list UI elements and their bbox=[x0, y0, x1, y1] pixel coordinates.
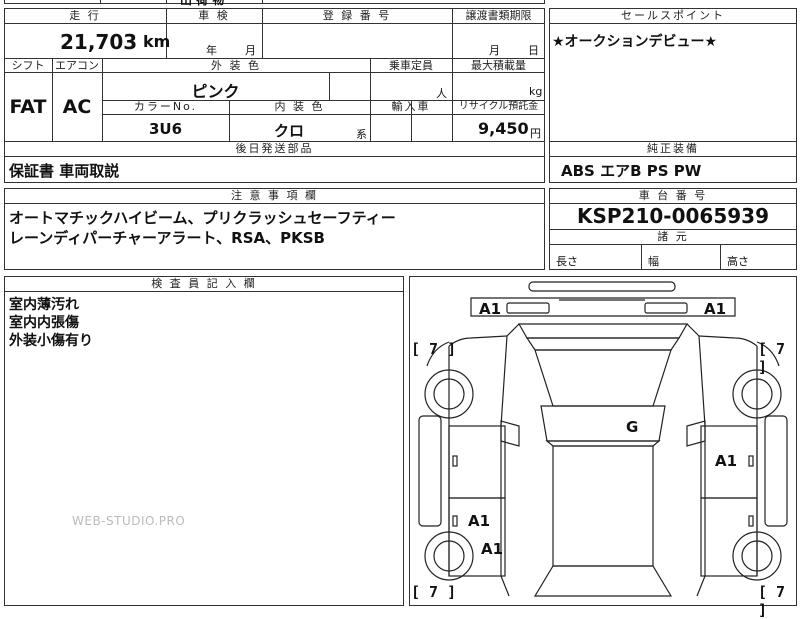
interior-color-label: 内 装 色 bbox=[274, 100, 325, 113]
ac-label: エアコン bbox=[55, 59, 99, 72]
divider bbox=[549, 156, 797, 157]
shaken-month: 月 bbox=[245, 44, 256, 57]
transfer-day: 日 bbox=[528, 44, 539, 57]
mileage-value: 21,703 bbox=[60, 30, 138, 54]
divider bbox=[720, 244, 721, 270]
later-parts-label: 後日発送部品 bbox=[235, 142, 314, 155]
sales-point-text: ★オークションデビュー★ bbox=[552, 34, 718, 50]
divider bbox=[4, 203, 545, 204]
inspector-line-1: 室内薄汚れ bbox=[9, 297, 79, 313]
notes-line-2: レーンディパーチャーアラート、RSA、PKSB bbox=[9, 229, 325, 247]
top-partial-row bbox=[4, 0, 545, 4]
bracket-mark-bottom-left: [ 7 ] bbox=[411, 583, 457, 601]
capacity-label: 乗車定員 bbox=[389, 59, 433, 72]
divider bbox=[102, 114, 545, 115]
transfer-month: 月 bbox=[489, 44, 500, 57]
bracket-mark-top-left: [ 7 ] bbox=[411, 340, 457, 358]
exterior-color-value: ピンク bbox=[191, 82, 240, 101]
notes-line-1: オートマチックハイビーム、プリクラッシュセーフティー bbox=[9, 209, 396, 227]
damage-mark-right-door: A1 bbox=[715, 452, 738, 470]
divider bbox=[549, 244, 797, 245]
registration-label: 登 録 番 号 bbox=[322, 9, 392, 22]
max-load-label: 最大積載量 bbox=[471, 59, 526, 72]
divider bbox=[262, 0, 263, 4]
ac-value: AC bbox=[62, 96, 92, 118]
divider bbox=[4, 23, 545, 24]
divider bbox=[100, 0, 101, 4]
import-label: 輸入車 bbox=[391, 100, 431, 113]
divider bbox=[166, 0, 167, 4]
bracket-mark-bottom-right: [ 7 ] bbox=[758, 583, 786, 619]
dimension-length-label: 長さ bbox=[556, 255, 578, 268]
recycle-deposit-unit: 円 bbox=[530, 127, 541, 140]
top-fragment-text: 出 荷 物 bbox=[180, 0, 225, 7]
equipment-label: 純正装備 bbox=[647, 142, 699, 155]
recycle-deposit-value: 9,450 bbox=[478, 119, 529, 138]
inspector-line-3: 外装小傷有り bbox=[9, 333, 93, 349]
divider bbox=[641, 244, 642, 270]
shaken-year: 年 bbox=[206, 44, 217, 57]
damage-mark-left-rear-fender: A1 bbox=[481, 540, 504, 558]
damage-mark-left-rear-door: A1 bbox=[468, 512, 491, 530]
dimension-width-label: 幅 bbox=[648, 255, 659, 268]
capacity-unit: 人 bbox=[436, 87, 447, 100]
recycle-deposit-label: リサイクル預託金 bbox=[458, 101, 539, 112]
notes-label: 注 意 事 項 欄 bbox=[231, 189, 318, 202]
equipment-value: ABS エアB PS PW bbox=[561, 162, 702, 180]
mileage-label: 走 行 bbox=[69, 9, 101, 22]
dimensions-label: 諸 元 bbox=[657, 230, 689, 243]
divider bbox=[329, 72, 330, 100]
damage-mark-front-right: A1 bbox=[704, 300, 727, 318]
divider bbox=[549, 23, 797, 24]
damage-mark-front-left: A1 bbox=[479, 300, 502, 318]
chassis-label: 車 台 番 号 bbox=[638, 189, 708, 202]
divider bbox=[4, 156, 545, 157]
sales-point-label: セールスポイント bbox=[621, 9, 725, 22]
mileage-unit: km bbox=[143, 32, 171, 51]
dimension-height-label: 高さ bbox=[727, 255, 749, 268]
chassis-number: KSP210-0065939 bbox=[576, 204, 770, 228]
watermark: WEB-STUDIO.PRO bbox=[72, 514, 186, 528]
interior-color-suffix: 系 bbox=[356, 128, 367, 141]
transfer-deadline-label: 譲渡書類期限 bbox=[465, 9, 532, 22]
bracket-mark-top-right: [ 7 ] bbox=[758, 340, 786, 376]
inspector-line-2: 室内内張傷 bbox=[9, 315, 79, 331]
shift-value: FAT bbox=[9, 96, 47, 118]
shaken-label: 車 検 bbox=[198, 9, 230, 22]
shift-label: シフト bbox=[11, 59, 45, 72]
later-parts-value: 保証書 車両取説 bbox=[9, 162, 120, 180]
damage-mark-roof: G bbox=[626, 418, 639, 436]
interior-color-value: クロ bbox=[273, 122, 304, 140]
color-no-label: カラーNo. bbox=[133, 100, 198, 113]
load-unit: kg bbox=[529, 85, 543, 98]
car-outline-diagram bbox=[418, 281, 788, 597]
inspector-label: 検 査 員 記 入 欄 bbox=[151, 277, 257, 290]
divider bbox=[4, 291, 404, 292]
color-no-value: 3U6 bbox=[148, 120, 183, 138]
exterior-color-label: 外 装 色 bbox=[211, 59, 261, 72]
